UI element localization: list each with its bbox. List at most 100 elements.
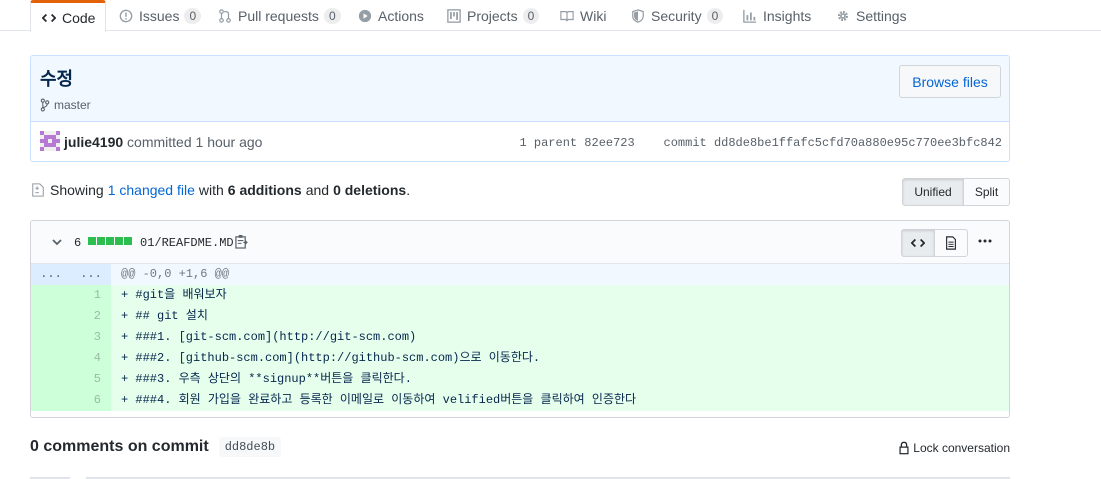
- tab-label: Projects: [467, 7, 518, 24]
- tab-label: Pull requests: [238, 7, 319, 24]
- branch-name[interactable]: master: [54, 98, 91, 112]
- tab-projects[interactable]: Projects 0: [446, 0, 540, 31]
- comments-commit-sha: dd8de8b: [218, 437, 282, 457]
- tab-code[interactable]: Code: [30, 0, 107, 32]
- repo-nav-tabs: Code Issues 0 Pull requests 0 Actions Pr…: [0, 0, 1101, 32]
- parent-label: 1 parent: [519, 136, 578, 150]
- split-view-button[interactable]: Split: [963, 178, 1010, 206]
- diffstat-bar: [88, 237, 132, 245]
- projects-counter: 0: [522, 7, 540, 24]
- old-line-number: [31, 369, 71, 390]
- lock-conversation-button[interactable]: Lock conversation: [898, 440, 1010, 456]
- file-name[interactable]: 01/REAFDME.MD: [140, 236, 234, 250]
- diff-line: 5 + ###3. 우측 상단의 **signup**버튼을 클릭한다.: [31, 369, 1009, 390]
- file-header: 6 01/REAFDME.MD: [31, 221, 1009, 264]
- new-line-number[interactable]: 1: [71, 285, 111, 306]
- file-diff: 6 01/REAFDME.MD ... ... @@ -0,0 +1,6 @@ …: [30, 220, 1010, 418]
- commit-box: 수정 master Browse files julie4190 committ…: [30, 55, 1010, 162]
- file-icon: [943, 235, 959, 251]
- tab-insights[interactable]: Insights: [742, 0, 811, 31]
- unified-view-button[interactable]: Unified: [902, 178, 964, 206]
- chevron-down-icon[interactable]: [51, 235, 63, 251]
- tab-wiki[interactable]: Wiki: [559, 0, 606, 31]
- commit-header: 수정 master Browse files: [31, 56, 1009, 122]
- with-text: with: [198, 182, 224, 198]
- diff-line-code: + ###3. 우측 상단의 **signup**버튼을 클릭한다.: [111, 369, 1009, 390]
- tab-label: Issues: [139, 7, 180, 24]
- tab-settings[interactable]: Settings: [835, 0, 907, 31]
- and-text: and: [305, 182, 330, 198]
- clipboard-icon[interactable]: [235, 234, 248, 252]
- changed-files-link[interactable]: 1 changed file: [108, 182, 195, 198]
- diff-line-code: + ## git 설치: [111, 306, 1009, 327]
- browse-files-button[interactable]: Browse files: [899, 65, 1001, 98]
- view-rich-diff-button[interactable]: [934, 229, 968, 257]
- additions-count: 6 additions: [227, 182, 302, 198]
- lock-icon: [898, 440, 910, 456]
- old-line-number: [31, 390, 71, 411]
- diffstat-block: [106, 237, 114, 245]
- file-view-toggle: [901, 229, 968, 257]
- pull-request-icon: [217, 8, 233, 24]
- diff-line: 4 + ###2. [github-scm.com](http://github…: [31, 348, 1009, 369]
- security-counter: 0: [706, 7, 724, 24]
- diff-line: 2 + ## git 설치: [31, 306, 1009, 327]
- code-icon: [910, 235, 926, 251]
- commit-title: 수정: [40, 69, 74, 89]
- commit-sha-info: 1 parent 82ee723 commit dd8de8be1ffafc5c…: [519, 136, 1002, 150]
- expand-left[interactable]: ...: [31, 264, 71, 285]
- tab-label: Security: [651, 7, 702, 24]
- pull-requests-counter: 0: [323, 7, 341, 24]
- new-line-number[interactable]: 3: [71, 327, 111, 348]
- diffstat-block: [88, 237, 96, 245]
- tab-actions[interactable]: Actions: [357, 0, 424, 31]
- diff-line: 3 + ###1. [git-scm.com](http://git-scm.c…: [31, 327, 1009, 348]
- kebab-horizontal-icon[interactable]: [977, 233, 993, 252]
- commit-meta: julie4190 committed 1 hour ago 1 parent …: [31, 122, 1009, 161]
- new-line-number[interactable]: 4: [71, 348, 111, 369]
- tab-issues[interactable]: Issues 0: [118, 0, 202, 31]
- expand-right[interactable]: ...: [71, 264, 111, 285]
- old-line-number: [31, 285, 71, 306]
- commit-sha: dd8de8be1ffafc5cfd70a880e95c770ee3bfc842: [713, 136, 1002, 150]
- tab-label: Actions: [378, 7, 424, 24]
- hunk-row: ... ... @@ -0,0 +1,6 @@: [31, 264, 1009, 285]
- issue-icon: [118, 8, 134, 24]
- new-line-number[interactable]: 2: [71, 306, 111, 327]
- period-text: .: [406, 182, 411, 198]
- new-line-number[interactable]: 5: [71, 369, 111, 390]
- file-diff-icon: [30, 182, 46, 198]
- tab-security[interactable]: Security 0: [630, 0, 724, 31]
- avatar[interactable]: [40, 131, 60, 151]
- tab-label: Wiki: [580, 7, 607, 24]
- diff-line-code: + ###4. 회원 가입을 완료하고 등록한 이메일로 이동하여 velifi…: [111, 390, 1009, 411]
- tab-label: Insights: [763, 7, 812, 24]
- view-source-button[interactable]: [901, 229, 935, 257]
- tab-label: Code: [62, 9, 96, 26]
- comments-count-label: 0 comments on commit: [30, 438, 209, 455]
- parent-sha[interactable]: 82ee723: [584, 136, 634, 150]
- new-line-number[interactable]: 6: [71, 390, 111, 411]
- lock-conversation-label: Lock conversation: [913, 441, 1010, 455]
- diff-line-code: + #git을 배워보자: [111, 285, 1009, 306]
- author-name[interactable]: julie4190: [64, 134, 123, 150]
- branch-icon: [40, 97, 50, 113]
- diffstat-block: [115, 237, 123, 245]
- shield-icon: [630, 8, 646, 24]
- commit-time: 1 hour ago: [195, 134, 263, 150]
- diffstat-block: [97, 237, 105, 245]
- old-line-number: [31, 306, 71, 327]
- comments-heading: 0 comments on commit dd8de8b: [30, 437, 282, 457]
- diff-line: 6 + ###4. 회원 가입을 완료하고 등록한 이메일로 이동하여 veli…: [31, 390, 1009, 411]
- commit-label: commit: [663, 136, 707, 150]
- hunk-header: @@ -0,0 +1,6 @@: [111, 264, 1009, 285]
- diff-line-code: + ###1. [git-scm.com](http://git-scm.com…: [111, 327, 1009, 348]
- old-line-number: [31, 327, 71, 348]
- graph-icon: [742, 8, 758, 24]
- showing-text: Showing: [50, 182, 104, 198]
- code-icon: [41, 10, 57, 26]
- gear-icon: [835, 8, 851, 24]
- old-line-number: [31, 348, 71, 369]
- diff-summary: Showing 1 changed file with 6 additions …: [30, 182, 410, 198]
- tab-pull-requests[interactable]: Pull requests 0: [217, 0, 341, 31]
